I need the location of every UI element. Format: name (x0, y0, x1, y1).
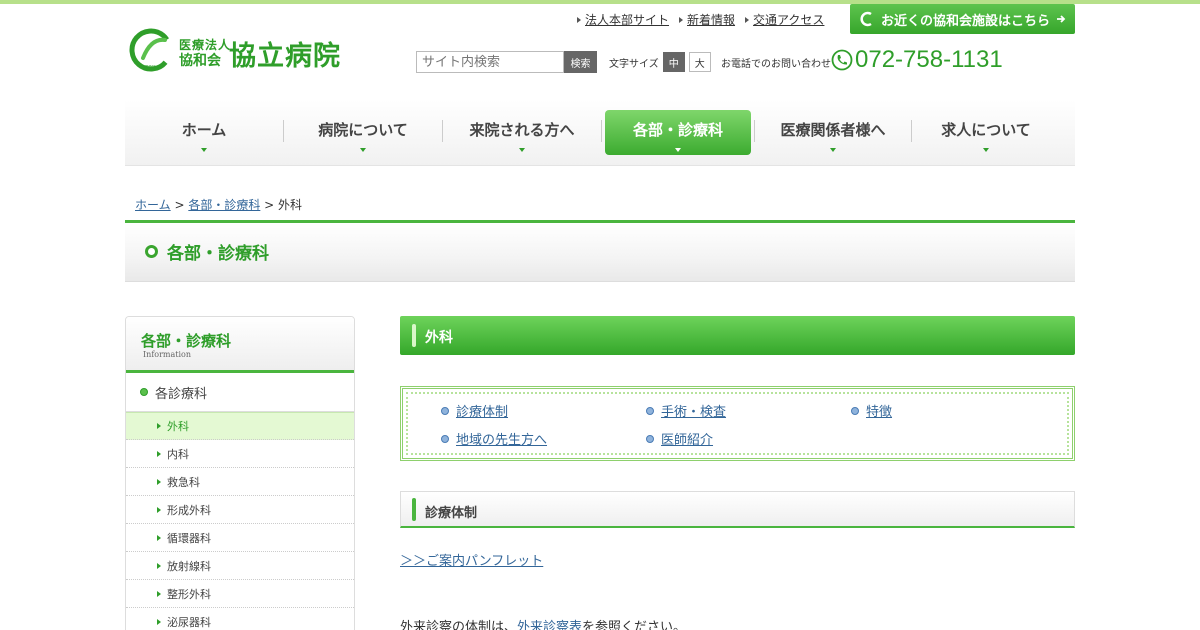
hospital-logo[interactable]: kyowa 医療法人 協和会 協立病院 (129, 28, 369, 72)
nearby-facilities-button[interactable]: お近くの協和会施設はこちら (850, 4, 1075, 34)
logo-hospital-name: 協立病院 (229, 41, 341, 72)
blue-dot-icon (441, 434, 449, 443)
nav-about[interactable]: 病院について (284, 100, 442, 166)
breadcrumb-current: 外科 (278, 198, 303, 212)
anchor-features[interactable]: 特徴 (851, 401, 892, 420)
pamphlet-link-row: ＞＞ご案内パンフレット (400, 550, 543, 569)
anchor-surgery-exam[interactable]: 手術・検査 (646, 401, 726, 420)
arrow-right-icon (745, 16, 750, 23)
page-title: 各部・診療科 (167, 244, 269, 264)
chevron-down-icon (675, 148, 681, 152)
page-wrapper: kyowa 医療法人 協和会 協立病院 法人本部サイト 新着情報 交通アクセス … (125, 0, 1075, 630)
breadcrumb-departments[interactable]: 各部・診療科 (188, 198, 260, 212)
font-size-switcher: 文字サイズ 中 大 (609, 52, 711, 72)
blue-dot-icon (441, 406, 449, 415)
breadcrumb: ホーム > 各部・診療科 > 外科 (135, 198, 303, 212)
green-dot-icon (140, 388, 148, 396)
kyowa-logo-icon: kyowa (129, 28, 173, 72)
subsection-heading: 診療体制 (400, 491, 1075, 528)
sidebar-item-radiology[interactable]: 放射線科 (126, 552, 354, 580)
nav-home[interactable]: ホーム (125, 100, 283, 166)
header-links: 法人本部サイト 新着情報 交通アクセス (577, 11, 824, 28)
arrow-right-icon (679, 16, 684, 23)
anchor-local-doctors[interactable]: 地域の先生方へ (441, 429, 547, 448)
chevron-down-icon (983, 148, 989, 152)
arrow-right-icon (157, 562, 161, 569)
body-text: 外来診察の体制は、外来診察表を参照ください。 (400, 616, 686, 630)
sidebar-header: 各部・診療科 Information (126, 317, 354, 373)
heading-bar (412, 498, 416, 521)
sidebar-category[interactable]: 各診療科 (126, 373, 354, 412)
chevron-down-icon (360, 148, 366, 152)
nav-recruit[interactable]: 求人について (912, 100, 1060, 166)
sidebar-item-orthopedics[interactable]: 整形外科 (126, 580, 354, 608)
arrow-right-icon (157, 590, 161, 597)
sidebar-item-emergency[interactable]: 救急科 (126, 468, 354, 496)
sidebar-title: 各部・診療科 (141, 332, 232, 350)
pamphlet-link[interactable]: ＞＞ご案内パンフレット (400, 554, 543, 569)
nav-departments[interactable]: 各部・診療科 (602, 100, 754, 166)
blue-dot-icon (851, 406, 859, 415)
site-search: 検索 (416, 51, 597, 73)
phone-icon (831, 49, 853, 71)
arrow-right-icon (157, 506, 161, 513)
font-size-large-button[interactable]: 大 (688, 52, 711, 72)
sidebar: 各部・診療科 Information 各診療科 外科 内科 救急科 形成外科 循… (125, 316, 355, 630)
arrow-right-icon (157, 423, 161, 429)
chevron-down-icon (830, 148, 836, 152)
section-title: 外科 (425, 330, 453, 346)
sidebar-item-surgery[interactable]: 外科 (126, 412, 354, 440)
anchor-system[interactable]: 診療体制 (441, 401, 508, 420)
search-button[interactable]: 検索 (564, 51, 597, 73)
blue-dot-icon (646, 406, 654, 415)
phone-label: お電話でのお問い合わせ (721, 59, 831, 70)
font-size-medium-button[interactable]: 中 (662, 52, 685, 72)
breadcrumb-home[interactable]: ホーム (135, 198, 171, 212)
arrow-right-icon (157, 534, 161, 541)
sidebar-item-internal-medicine[interactable]: 内科 (126, 440, 354, 468)
svg-text:kyowa: kyowa (140, 64, 156, 70)
arrow-right-icon (1057, 15, 1066, 23)
heading-bar (412, 324, 416, 347)
page-title-band: 各部・診療科 (125, 220, 1075, 282)
main-content: 外科 診療体制 手術・検査 特徴 地域の先生方へ 医師紹介 診療体制 ＞＞ご案内… (400, 316, 1075, 630)
anchor-links-box: 診療体制 手術・検査 特徴 地域の先生方へ 医師紹介 (400, 386, 1075, 461)
outpatient-schedule-link[interactable]: 外来診察表 (517, 620, 582, 630)
sidebar-item-cardiology[interactable]: 循環器科 (126, 524, 354, 552)
blue-dot-icon (646, 434, 654, 443)
arrow-right-icon (157, 618, 161, 625)
phone-number[interactable]: 072-758-1131 (855, 46, 1003, 74)
sidebar-item-urology[interactable]: 泌尿器科 (126, 608, 354, 630)
logo-corp-name: 協和会 (179, 53, 221, 69)
arrow-right-icon (157, 450, 161, 457)
anchor-doctor-intro[interactable]: 医師紹介 (646, 429, 713, 448)
search-input[interactable] (416, 51, 564, 73)
link-access[interactable]: 交通アクセス (745, 11, 824, 28)
link-news[interactable]: 新着情報 (679, 11, 735, 28)
chevron-down-icon (519, 148, 525, 152)
sidebar-item-plastic-surgery[interactable]: 形成外科 (126, 496, 354, 524)
ring-bullet-icon (145, 245, 158, 258)
link-head-office[interactable]: 法人本部サイト (577, 11, 669, 28)
section-heading: 外科 (400, 316, 1075, 355)
chevron-down-icon (201, 148, 207, 152)
font-size-label: 文字サイズ (609, 58, 659, 70)
kyowa-mark-icon (860, 11, 872, 27)
sidebar-subtitle: Information (143, 350, 192, 359)
arrow-right-icon (577, 16, 581, 23)
nav-medical-professionals[interactable]: 医療関係者様へ (755, 100, 911, 166)
nav-visitors[interactable]: 来院される方へ (443, 100, 601, 166)
subsection-title: 診療体制 (425, 506, 478, 521)
arrow-right-icon (157, 478, 161, 485)
global-nav: ホーム 病院について 来院される方へ 各部・診療科 医療関係者様へ 求人について (125, 100, 1075, 166)
